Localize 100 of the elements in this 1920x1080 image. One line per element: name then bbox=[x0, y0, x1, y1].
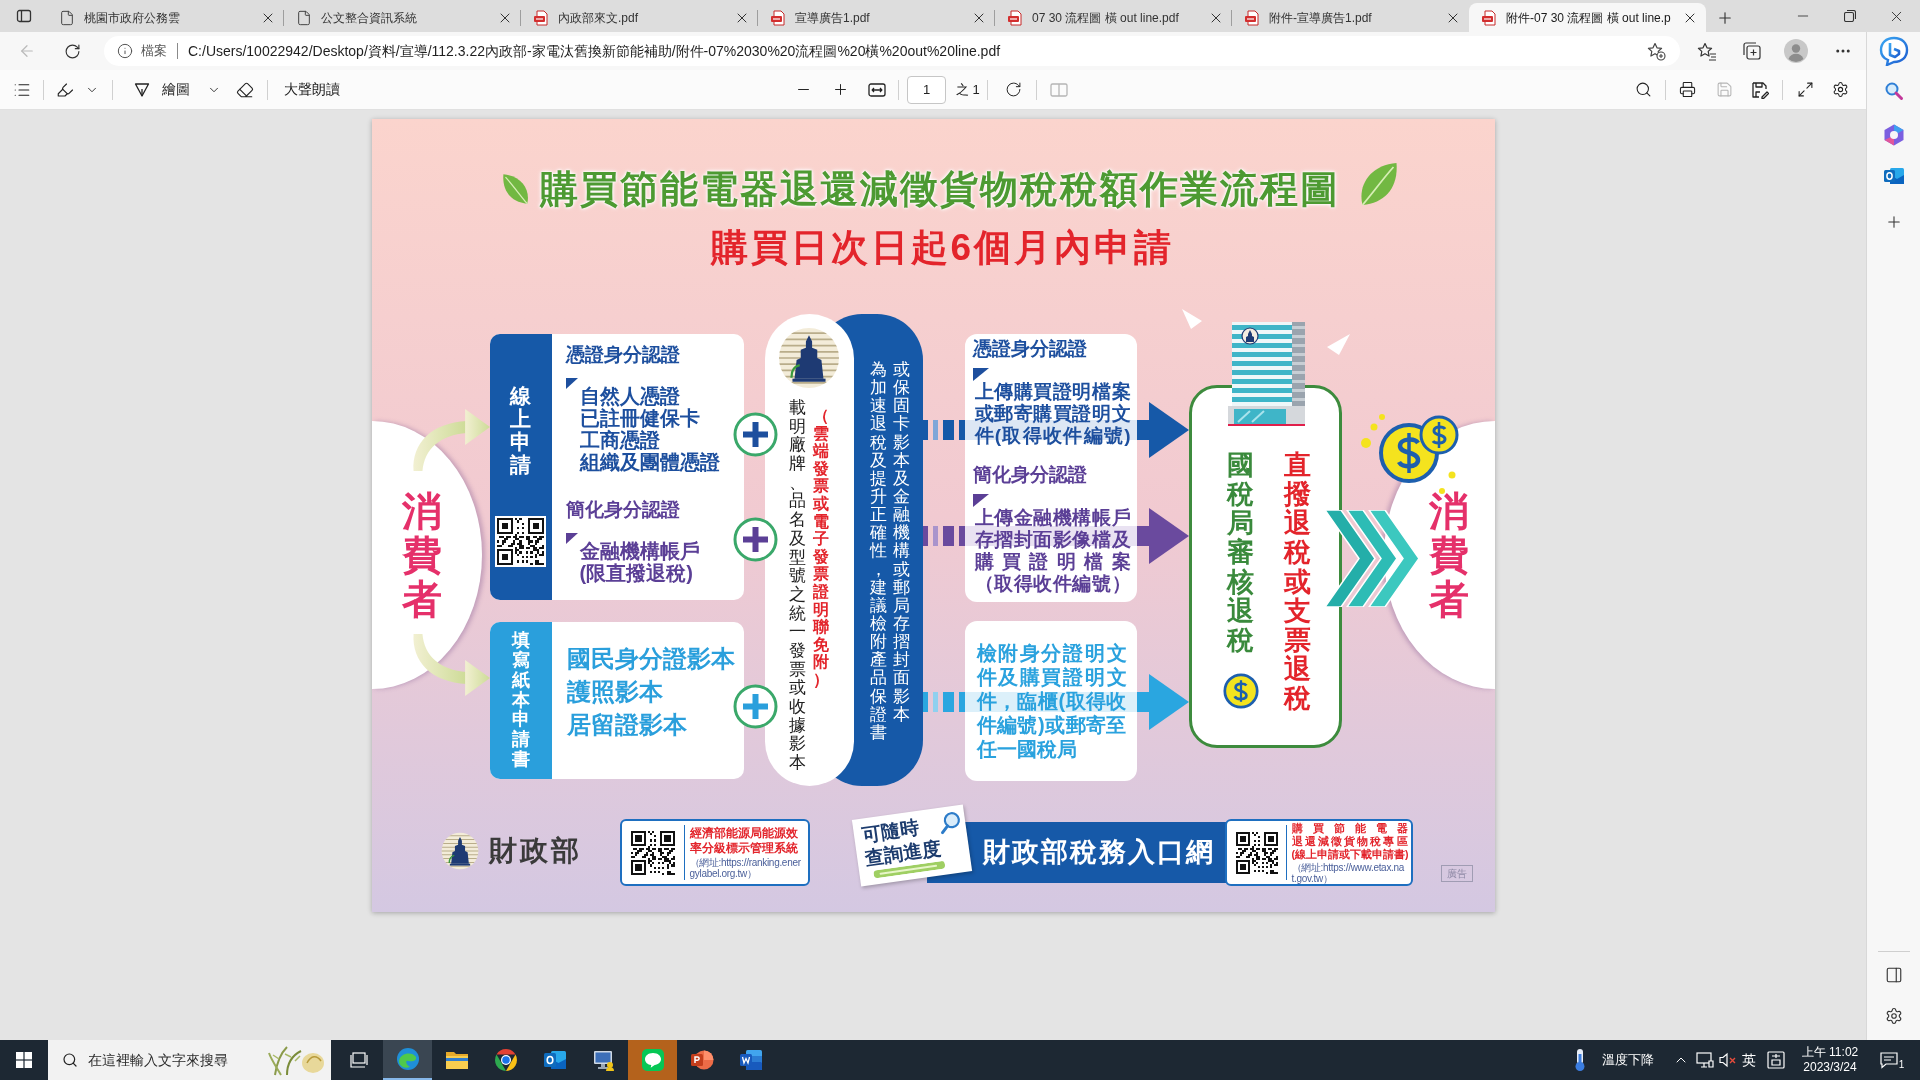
page-icon bbox=[296, 9, 312, 26]
ministry-name: 財政部 bbox=[488, 834, 582, 868]
etax-title-text: 購買節能電器 退還減徵貨物稅專區 (線上申請或下載申請書) bbox=[1291, 821, 1408, 861]
search-icon[interactable] bbox=[1634, 81, 1652, 98]
flow-arrow bbox=[1136, 674, 1189, 730]
qr-code-icon bbox=[1233, 829, 1280, 876]
settings-icon[interactable] bbox=[1884, 1007, 1903, 1025]
read-aloud-button[interactable]: 大聲朗讀 bbox=[278, 74, 346, 105]
document-item: 護照影本 bbox=[566, 677, 663, 707]
requirement-heading: 憑證身分認證 bbox=[565, 344, 680, 366]
ad-label: 廣告 bbox=[1440, 865, 1473, 882]
tab-actions-icon[interactable] bbox=[15, 8, 32, 24]
browser-tab[interactable]: 附件-宣導廣告1.pdf bbox=[1232, 3, 1469, 32]
review-text: 國稅局審核退稅 bbox=[1227, 451, 1254, 655]
consumer-node: 消費者 bbox=[371, 421, 482, 689]
page-number-field[interactable]: 1 bbox=[907, 75, 946, 104]
collections-icon[interactable] bbox=[1742, 41, 1762, 61]
poster-subtitle: 購買日次日起6個月內申請 bbox=[710, 226, 1175, 270]
note-text: （雲端發票或電子發票證明聯免附） bbox=[813, 407, 829, 689]
browser-tab[interactable]: 宣導廣告1.pdf bbox=[758, 3, 995, 32]
keyboard-mode-icon[interactable] bbox=[1767, 1051, 1785, 1069]
instruction-text: 檢附身分證明文 件及購買證明文 件，臨櫃(取得收 件編號)或郵寄至 任一國稅局 bbox=[976, 641, 1127, 761]
building-emblem-icon bbox=[440, 832, 479, 870]
wave-logo-icon bbox=[395, 1047, 420, 1071]
qr-code-icon bbox=[495, 516, 546, 568]
pen-icon bbox=[134, 81, 150, 98]
weather-widget[interactable]: 溫度下降 bbox=[1570, 1040, 1654, 1080]
rotate-icon[interactable] bbox=[1005, 81, 1023, 98]
requirement-heading: 簡化身分認證 bbox=[565, 499, 680, 521]
chat-bubble-icon bbox=[640, 1048, 665, 1072]
taskbar-search-field[interactable]: 在這裡輸入文字來搜尋 bbox=[48, 1040, 331, 1080]
star-plus-icon[interactable] bbox=[1646, 41, 1666, 61]
browser-tab[interactable]: 內政部來文.pdf bbox=[521, 3, 758, 32]
mail-app-icon[interactable] bbox=[1882, 165, 1905, 187]
muted-speaker-icon[interactable] bbox=[1719, 1052, 1737, 1068]
category-label: 線上申請 bbox=[510, 384, 531, 477]
mail-app-icon bbox=[542, 1048, 567, 1072]
side-panel-icon[interactable] bbox=[1884, 966, 1903, 984]
dollar-coin-icon bbox=[1222, 673, 1259, 709]
search-icon bbox=[62, 1052, 78, 1068]
info-icon[interactable] bbox=[117, 43, 133, 59]
url-note: （網址:https://www.etax.nat.gov.tw） bbox=[1291, 861, 1406, 884]
input-language[interactable]: 英 bbox=[1742, 1049, 1756, 1071]
highlighter-icon[interactable] bbox=[56, 80, 74, 99]
draw-button[interactable]: 繪圖 bbox=[128, 74, 196, 105]
requirement-item: 組織及團體憑證 bbox=[579, 451, 720, 473]
address-field[interactable]: 檔案 C:/Users/10022942/Desktop/資料/宣導/112.3.22內政部-家電汰舊換新節能補助/附件-07%2030%20流程圖%20橫%20out%20line.pdf bbox=[104, 36, 1680, 66]
instruction-text: 上傳購買證明檔案 或郵寄購買證明文 件(取得收件編號) bbox=[974, 381, 1131, 447]
refresh-icon[interactable] bbox=[63, 42, 81, 60]
chat-bubble-logo-icon[interactable] bbox=[1878, 36, 1909, 66]
eraser-icon[interactable] bbox=[236, 80, 254, 99]
browser-tab[interactable]: 07 30 流程圖 橫 out line.pdf bbox=[995, 3, 1232, 32]
url-text: C:/Users/10022942/Desktop/資料/宣導/112.3.22內政部-家電汰舊換新節能補助/附件-07%2030%20流程圖%20橫%20out%20line.pdf bbox=[188, 41, 1001, 61]
system-name-text: 經濟部能源局能源效 率分級標示管理系統 bbox=[689, 826, 799, 856]
triangle-icon bbox=[1181, 309, 1202, 329]
building-emblem-icon bbox=[778, 327, 840, 389]
requirement-item: 自然人憑證 bbox=[579, 385, 680, 407]
fit-width-icon[interactable] bbox=[868, 81, 886, 98]
flow-arrow bbox=[1136, 402, 1189, 458]
start-icon[interactable] bbox=[16, 1052, 32, 1068]
pdf-file-icon bbox=[1244, 9, 1260, 26]
clock[interactable]: 上午 11:02 2023/3/24 bbox=[1792, 1045, 1868, 1075]
pdf-file-icon bbox=[770, 9, 786, 26]
folder-icon bbox=[444, 1049, 469, 1071]
pdf-file-icon bbox=[1007, 9, 1023, 26]
requirement-item: 已註冊健保卡 bbox=[579, 407, 700, 429]
poster-title: 購買節能電器退還減徵貨物稅稅額作業流程圖 bbox=[539, 167, 1340, 212]
document-text: 載明廠牌、品名及型號之統一發票或收據影本 bbox=[789, 399, 806, 773]
browser-tab[interactable]: 公文整合資訊系統 bbox=[284, 3, 521, 32]
requirement-item: 金融機構帳戶 (限直撥退稅) bbox=[579, 540, 700, 584]
office-building-icon bbox=[1227, 322, 1307, 426]
advice-text: 或保固卡影本及金融機構或郵局存摺封面影本 bbox=[893, 360, 910, 723]
advice-text: 為加速退稅及提升正確性，建議檢附產品保證書 bbox=[869, 360, 886, 741]
requirement-heading: 簡化身分認證 bbox=[972, 463, 1087, 487]
circle-logo-icon bbox=[493, 1048, 518, 1072]
browser-tab[interactable]: 附件-07 30 流程圖 橫 out line.p bbox=[1469, 3, 1706, 32]
document-app-icon bbox=[738, 1048, 763, 1072]
document-item: 國民身分證影本 bbox=[566, 644, 735, 674]
requirement-heading: 憑證身分認證 bbox=[972, 337, 1087, 361]
profile-avatar-icon[interactable] bbox=[1784, 39, 1808, 63]
notification-button[interactable]: 1 bbox=[1874, 1040, 1910, 1080]
pdf-file-icon bbox=[533, 9, 549, 26]
settings-icon[interactable] bbox=[1831, 81, 1849, 98]
network-icon[interactable] bbox=[1696, 1052, 1714, 1068]
leaf-icon bbox=[501, 172, 530, 206]
striped-connector bbox=[922, 526, 965, 546]
taskbar-app-button[interactable] bbox=[383, 1040, 432, 1080]
task-view-icon[interactable] bbox=[350, 1052, 368, 1068]
printer-icon[interactable] bbox=[1678, 81, 1696, 98]
save-as-icon[interactable] bbox=[1751, 80, 1769, 99]
qr-code-icon bbox=[628, 828, 677, 877]
browser-tab[interactable]: 桃園市政府公務雲 bbox=[47, 3, 284, 32]
document-item: 居留證影本 bbox=[566, 710, 687, 740]
favorites-icon[interactable] bbox=[1697, 41, 1717, 61]
triangle-icon bbox=[1326, 334, 1350, 355]
striped-connector bbox=[922, 692, 965, 712]
restore-icon[interactable] bbox=[1843, 10, 1856, 22]
expand-icon[interactable] bbox=[1796, 81, 1814, 98]
slides-app-icon bbox=[689, 1048, 714, 1072]
scheme-label: 檔案 bbox=[141, 42, 167, 61]
